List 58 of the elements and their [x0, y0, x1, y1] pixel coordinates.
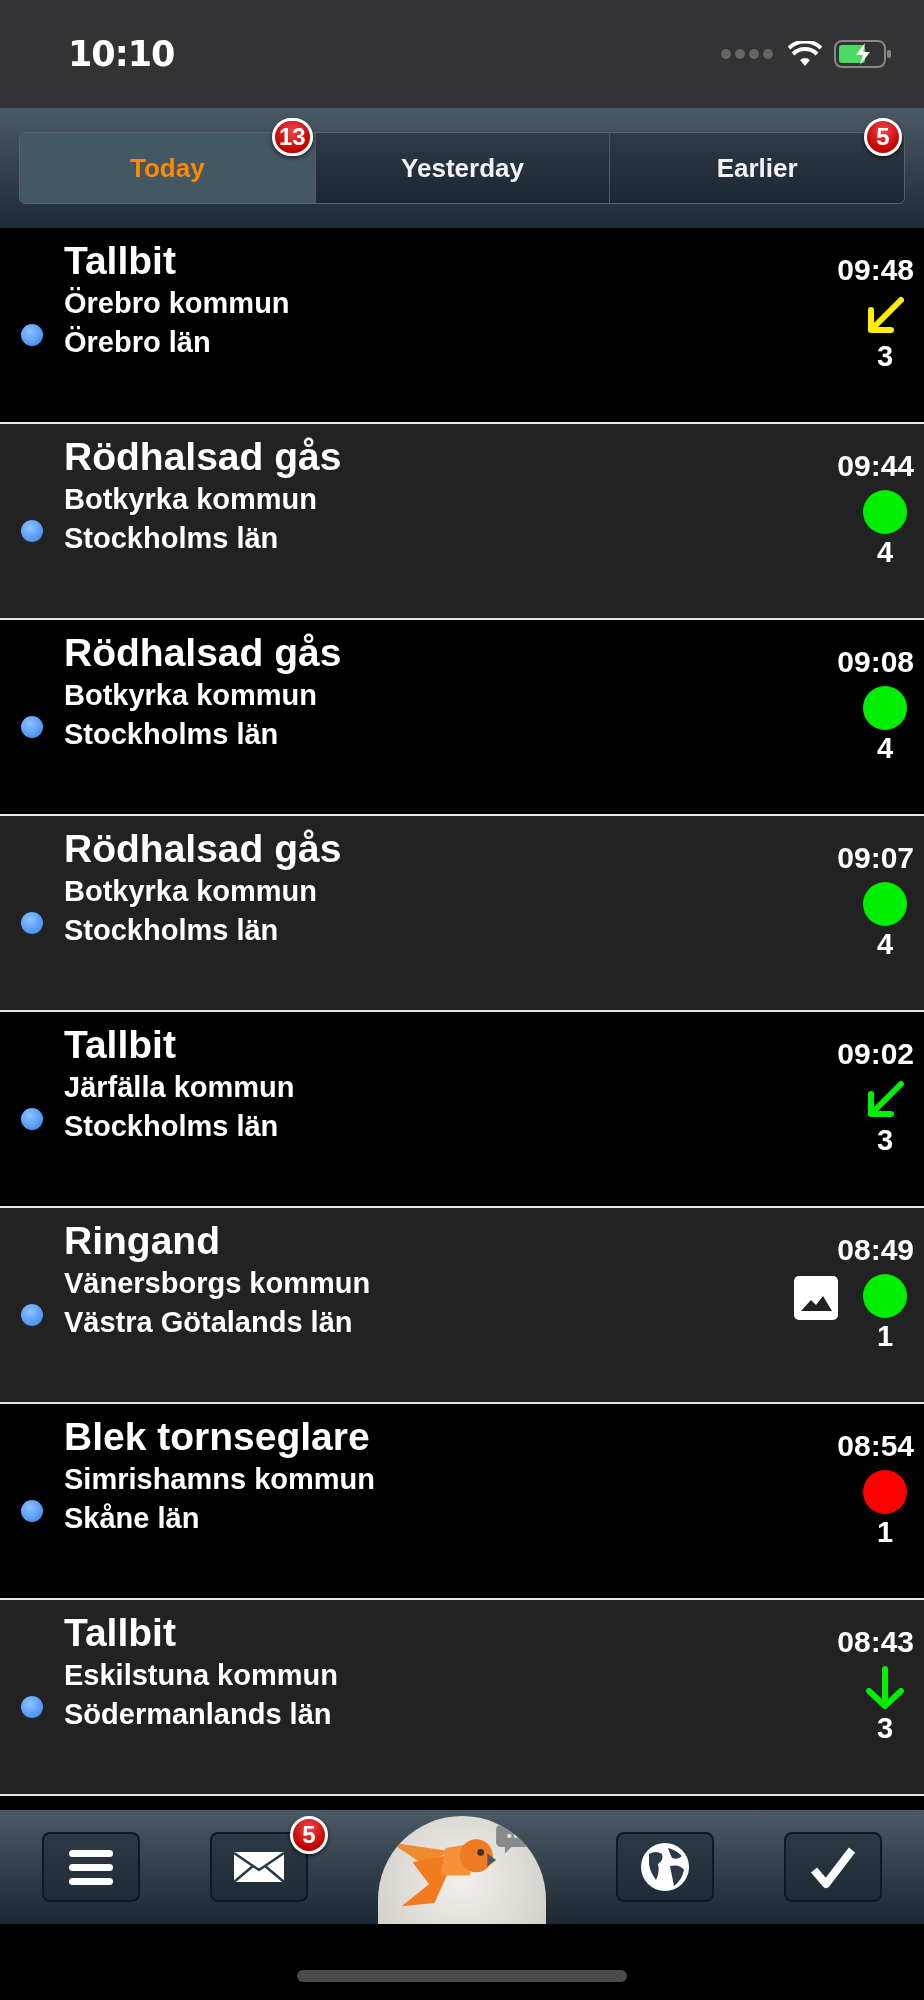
list-row[interactable]: Rödhalsad gås Botkyrka kommun Stockholms län 09:44 4 — [0, 424, 924, 620]
time: 09:48 — [837, 252, 914, 288]
time: 09:07 — [837, 840, 914, 876]
count-badge: 13 — [271, 118, 313, 156]
list-row[interactable]: Rödhalsad gås Botkyrka kommun Stockholms län 09:07 4 — [0, 816, 924, 1012]
count-badge: 5 — [864, 118, 902, 156]
species-name: Ringand — [64, 1218, 221, 1264]
battery-icon — [834, 40, 892, 68]
signal-icon — [720, 48, 776, 60]
municipality: Järfälla kommun — [64, 1070, 296, 1105]
list-row[interactable]: Tallbit Eskilstuna kommun Södermanlands län 08:43 3 — [0, 1600, 924, 1796]
count: 3 — [876, 1711, 894, 1746]
species-name: Rödhalsad gås — [64, 826, 343, 872]
map-button[interactable] — [616, 1832, 714, 1902]
count: 3 — [876, 1123, 894, 1158]
municipality: Eskilstuna kommun — [64, 1658, 339, 1693]
list-row[interactable]: Ringand Vänersborgs kommun Västra Götalands län 08:49 1 — [0, 1208, 924, 1404]
count: 4 — [876, 927, 894, 962]
checklist-button[interactable] — [784, 1832, 882, 1902]
time: 08:54 — [837, 1428, 914, 1464]
count: 3 — [876, 339, 894, 374]
globe-icon — [640, 1842, 690, 1892]
species-name: Rödhalsad gås — [64, 630, 343, 676]
count-badge: 5 — [290, 1816, 328, 1854]
county: Västra Götalands län — [64, 1305, 354, 1340]
wifi-icon — [788, 41, 822, 67]
time: 09:08 — [837, 644, 914, 680]
species-name: Blek tornseglare — [64, 1414, 371, 1460]
time: 08:49 — [837, 1232, 914, 1268]
count: 1 — [876, 1319, 894, 1354]
menu-icon — [69, 1849, 113, 1885]
municipality: Botkyrka kommun — [64, 482, 318, 517]
municipality: Vänersborgs kommun — [64, 1266, 372, 1301]
county: Örebro län — [64, 325, 212, 360]
county: Stockholms län — [64, 913, 280, 948]
time: 08:43 — [837, 1624, 914, 1660]
count: 4 — [876, 731, 894, 766]
county: Stockholms län — [64, 521, 280, 556]
time: 09:02 — [837, 1036, 914, 1072]
tab[interactable]: Yesterday — [314, 133, 610, 203]
species-name: Rödhalsad gås — [64, 434, 343, 480]
count: 4 — [876, 535, 894, 570]
species-name: Tallbit — [64, 1610, 177, 1656]
menu-button[interactable] — [42, 1832, 140, 1902]
count: 1 — [876, 1515, 894, 1550]
county: Stockholms län — [64, 717, 280, 752]
species-name: Tallbit — [64, 1022, 177, 1068]
county: Stockholms län — [64, 1109, 280, 1144]
species-name: Tallbit — [64, 238, 177, 284]
municipality: Simrishamns kommun — [64, 1462, 377, 1497]
municipality: Örebro kommun — [64, 286, 291, 321]
county: Skåne län — [64, 1501, 201, 1536]
envelope-icon — [234, 1852, 284, 1882]
county: Södermanlands län — [64, 1697, 333, 1732]
time: 09:44 — [837, 448, 914, 484]
municipality: Botkyrka kommun — [64, 874, 318, 909]
municipality: Botkyrka kommun — [64, 678, 318, 713]
clock: 10:10 — [68, 34, 175, 74]
